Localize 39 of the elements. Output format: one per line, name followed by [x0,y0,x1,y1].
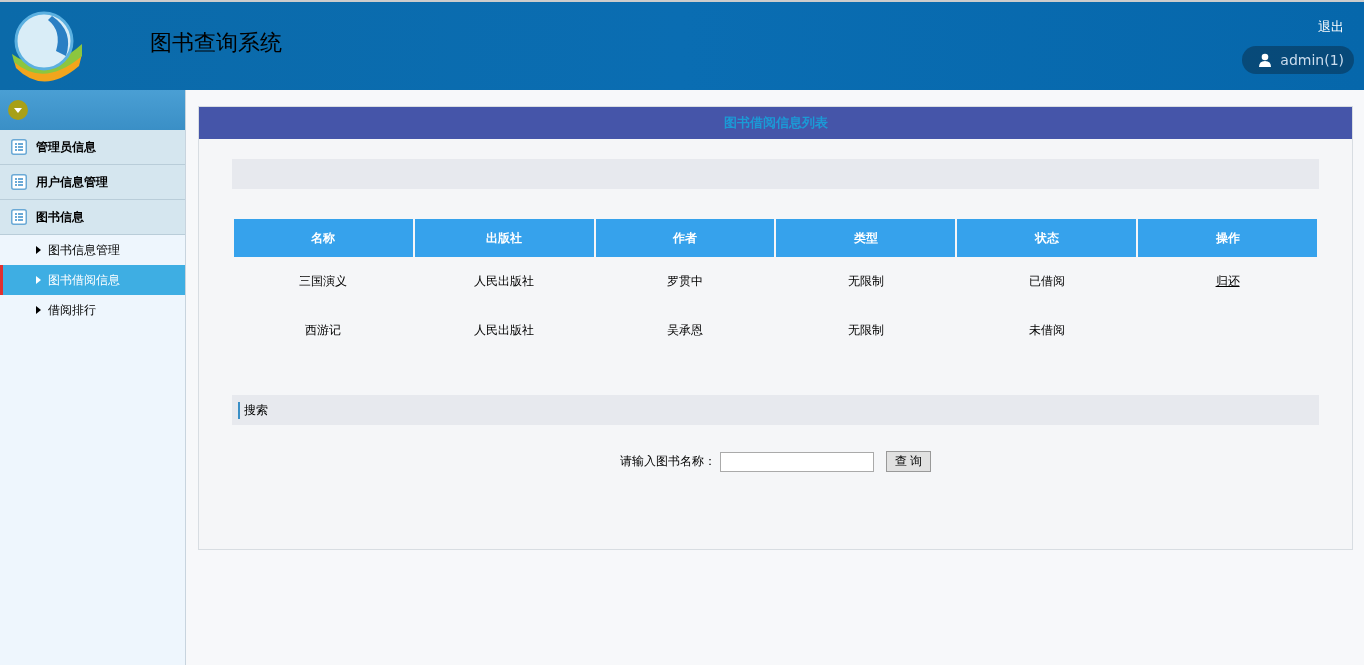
table-cell-text: 人民出版社 [473,322,536,339]
query-button[interactable]: 查 询 [885,451,932,472]
user-icon [1258,53,1273,67]
triangle-icon [36,246,41,254]
column-header: 名称 [234,219,413,257]
column-header: 作者 [595,219,775,257]
triangle-icon [36,306,41,314]
menu-item[interactable]: 图书信息管理 [0,235,185,265]
collapse-icon[interactable] [8,100,28,120]
table-cell-text: 三国演义 [298,273,349,290]
table-cell-text: 未借阅 [1027,322,1066,339]
list-icon [11,209,27,225]
search-section-header: 搜索 [232,395,1319,425]
app-title: 图书查询系统 [150,29,282,57]
menu-item[interactable]: 借阅排行 [0,295,185,325]
user-name: admin(1) [1280,52,1344,68]
return-link[interactable]: 归还 [1215,274,1240,288]
menu-group[interactable]: 管理员信息 [0,130,185,165]
table-cell-text: 西游记 [304,322,343,339]
table-cell-text: 罗贯中 [666,273,705,290]
table-cell-text: 吴承恩 [666,322,705,339]
table-cell-text: 无限制 [846,322,885,339]
list-icon [11,139,27,155]
menu-group[interactable]: 用户信息管理 [0,165,185,200]
search-field[interactable] [719,451,874,472]
panel-title: 图书借阅信息列表 [199,107,1352,139]
column-header: 类型 [776,219,956,257]
menu-group[interactable]: 图书信息 [0,200,185,235]
list-icon [11,174,27,190]
table-cell-text: 无限制 [846,273,885,290]
search-label: 请输入图书名称： [619,453,716,470]
table-cell-text: 人民出版社 [473,273,536,290]
column-header: 操作 [1138,219,1317,257]
table-cell-text: 已借阅 [1027,273,1066,290]
column-header: 出版社 [414,219,594,257]
logout-link[interactable]: 退出 [1318,18,1344,36]
column-header: 状态 [957,219,1137,257]
triangle-icon [36,276,41,284]
user-button[interactable]: admin(1) [1242,46,1354,74]
